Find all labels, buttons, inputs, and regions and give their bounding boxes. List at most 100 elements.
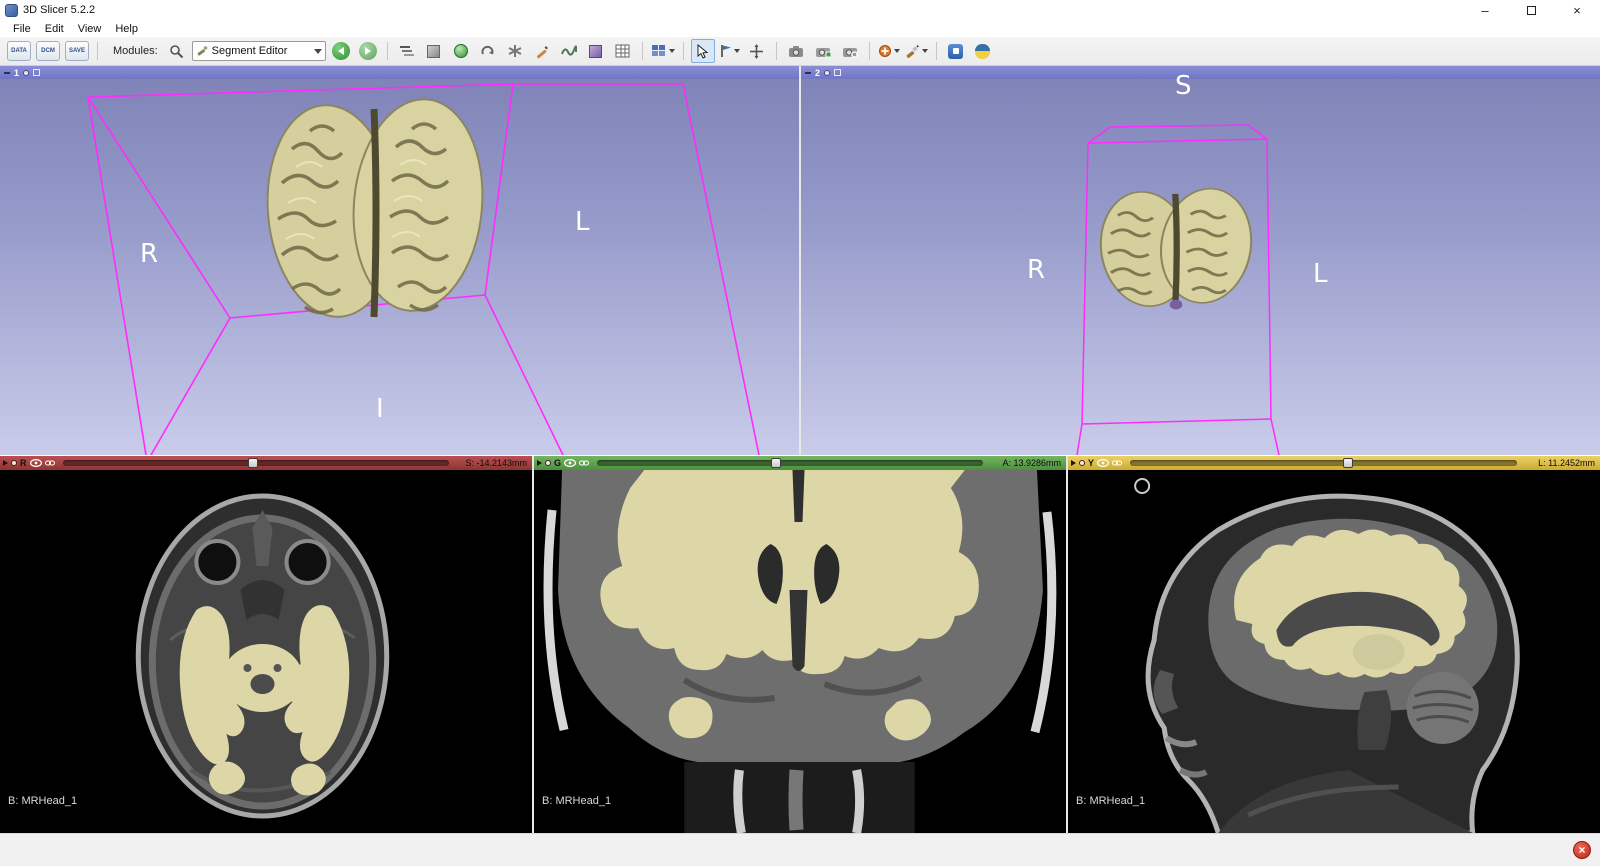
python-console-button[interactable]	[971, 39, 995, 63]
save-button[interactable]: SAVE	[64, 39, 90, 63]
green-slice-image[interactable]: B: MRHead_1	[534, 470, 1066, 833]
minimize-button[interactable]: –	[1462, 0, 1508, 20]
collapse-icon[interactable]	[805, 71, 811, 74]
paint-tools-icon	[906, 44, 919, 58]
view-id-label: 1	[14, 67, 20, 78]
title-bar: 3D Slicer 5.2.2 – ×	[0, 0, 1600, 20]
markups-place-button[interactable]	[877, 39, 901, 63]
scene-view-capture-button[interactable]	[811, 39, 835, 63]
module-shortcut-volume-rendering-button[interactable]	[557, 39, 581, 63]
module-shortcut-annotations-icon	[508, 45, 522, 57]
module-selector[interactable]: Segment Editor	[191, 41, 326, 61]
main-toolbar: DATA DCM SAVE Modules: Segment Editor	[0, 37, 1600, 66]
collapse-icon[interactable]	[3, 460, 8, 466]
visibility-eye-icon[interactable]	[1097, 459, 1110, 467]
module-shortcut-volumes-button[interactable]	[422, 39, 446, 63]
pin-icon[interactable]	[11, 460, 17, 466]
yellow-slice-image[interactable]: B: MRHead_1	[1068, 470, 1600, 833]
status-bar: ×	[0, 833, 1600, 866]
module-history-back-button[interactable]	[329, 39, 353, 63]
paint-tools-button[interactable]	[904, 39, 929, 63]
chevron-down-icon	[734, 49, 741, 53]
menu-help[interactable]: Help	[108, 22, 145, 36]
module-search-button[interactable]	[165, 39, 189, 63]
adjust-crosshair-button[interactable]	[745, 39, 769, 63]
module-shortcut-editor-button[interactable]	[530, 39, 554, 63]
module-shortcut-tables-icon	[615, 44, 630, 58]
scene-view-restore-icon	[842, 47, 858, 58]
module-shortcut-tables-button[interactable]	[611, 39, 635, 63]
slider-handle[interactable]	[1342, 458, 1353, 468]
toolbar-separator	[775, 42, 777, 60]
chevron-down-icon	[313, 48, 322, 54]
menu-file[interactable]: File	[6, 22, 38, 36]
module-shortcut-segmentations-button[interactable]	[584, 39, 608, 63]
menu-bar: File Edit View Help	[0, 20, 1600, 37]
link-views-icon[interactable]	[44, 459, 55, 467]
collapse-icon[interactable]	[4, 71, 10, 74]
pin-icon[interactable]	[824, 69, 831, 76]
link-views-icon[interactable]	[579, 459, 590, 467]
orientation-label-left: L	[1313, 259, 1328, 289]
module-shortcut-volumes-icon	[427, 44, 441, 58]
red-slice-offset-value: S: -14.2143mm	[465, 458, 527, 468]
module-shortcut-transforms-button[interactable]	[476, 39, 500, 63]
extensions-manager-button[interactable]	[944, 39, 968, 63]
threed-viewport-1[interactable]: R L I	[0, 79, 799, 455]
green-slice-offset-slider[interactable]	[597, 458, 983, 468]
yellow-slice-controller[interactable]: Y L: 11.2452mm	[1068, 456, 1600, 470]
pin-icon[interactable]	[23, 69, 30, 76]
background-volume-label: B: MRHead_1	[8, 795, 78, 807]
close-button[interactable]: ×	[1554, 0, 1600, 20]
red-slice-controller[interactable]: R S: -14.2143mm	[0, 456, 532, 470]
threed-view-1-controller[interactable]: 1	[0, 66, 799, 79]
maximize-view-icon[interactable]	[834, 69, 842, 76]
red-slice-image[interactable]: B: MRHead_1	[0, 470, 532, 833]
load-data-button[interactable]: DATA	[6, 39, 32, 63]
maximize-button[interactable]	[1508, 0, 1554, 20]
scene-view-restore-button[interactable]	[838, 39, 862, 63]
python-console-icon	[975, 43, 991, 59]
pin-icon[interactable]	[545, 460, 551, 466]
maximize-view-icon[interactable]	[33, 69, 41, 76]
collapse-icon[interactable]	[1071, 460, 1076, 466]
chevron-down-icon	[893, 49, 900, 53]
slider-handle[interactable]	[770, 458, 781, 468]
visibility-eye-icon[interactable]	[29, 459, 42, 467]
menu-edit[interactable]: Edit	[38, 22, 71, 36]
module-shortcut-data-button[interactable]	[395, 39, 419, 63]
background-volume-label: B: MRHead_1	[1076, 795, 1146, 807]
threed-viewport-2[interactable]: S R L	[801, 71, 1600, 455]
maximize-icon	[1526, 5, 1536, 15]
screenshot-icon	[788, 45, 803, 57]
green-slice-controller[interactable]: G A: 13.9286mm	[534, 456, 1066, 470]
module-shortcut-models-button[interactable]	[449, 39, 473, 63]
pin-icon[interactable]	[1079, 460, 1085, 466]
link-views-icon[interactable]	[1112, 459, 1123, 467]
yellow-slice-offset-slider[interactable]	[1130, 458, 1517, 468]
module-history-forward-button[interactable]	[356, 39, 380, 63]
extensions-manager-icon	[948, 43, 964, 59]
slider-track[interactable]	[1130, 460, 1517, 466]
visibility-eye-icon[interactable]	[564, 459, 577, 467]
threed-row: 1 R L I 2 S R L	[0, 66, 1600, 455]
load-dicom-button[interactable]: DCM	[35, 39, 61, 63]
module-shortcut-annotations-button[interactable]	[503, 39, 527, 63]
module-shortcut-data-icon	[399, 46, 414, 56]
red-slice-offset-slider[interactable]	[62, 458, 449, 468]
slider-track[interactable]	[597, 460, 983, 466]
menu-view[interactable]: View	[71, 22, 109, 36]
place-point-mode-button[interactable]	[718, 39, 742, 63]
slider-handle[interactable]	[248, 458, 259, 468]
modules-label: Modules:	[113, 45, 158, 57]
collapse-icon[interactable]	[537, 460, 542, 466]
mouse-pointer-mode-button[interactable]	[690, 39, 715, 63]
module-search-icon	[170, 44, 184, 58]
orientation-label-left: L	[575, 207, 590, 237]
screenshot-button[interactable]	[784, 39, 808, 63]
layout-selector-button[interactable]	[650, 39, 676, 63]
threed-view-2-controller[interactable]: 2	[801, 66, 1600, 79]
error-log-button[interactable]: ×	[1573, 841, 1591, 859]
chevron-down-icon	[668, 49, 675, 53]
threed-view-2: 2 S R L	[801, 66, 1600, 455]
